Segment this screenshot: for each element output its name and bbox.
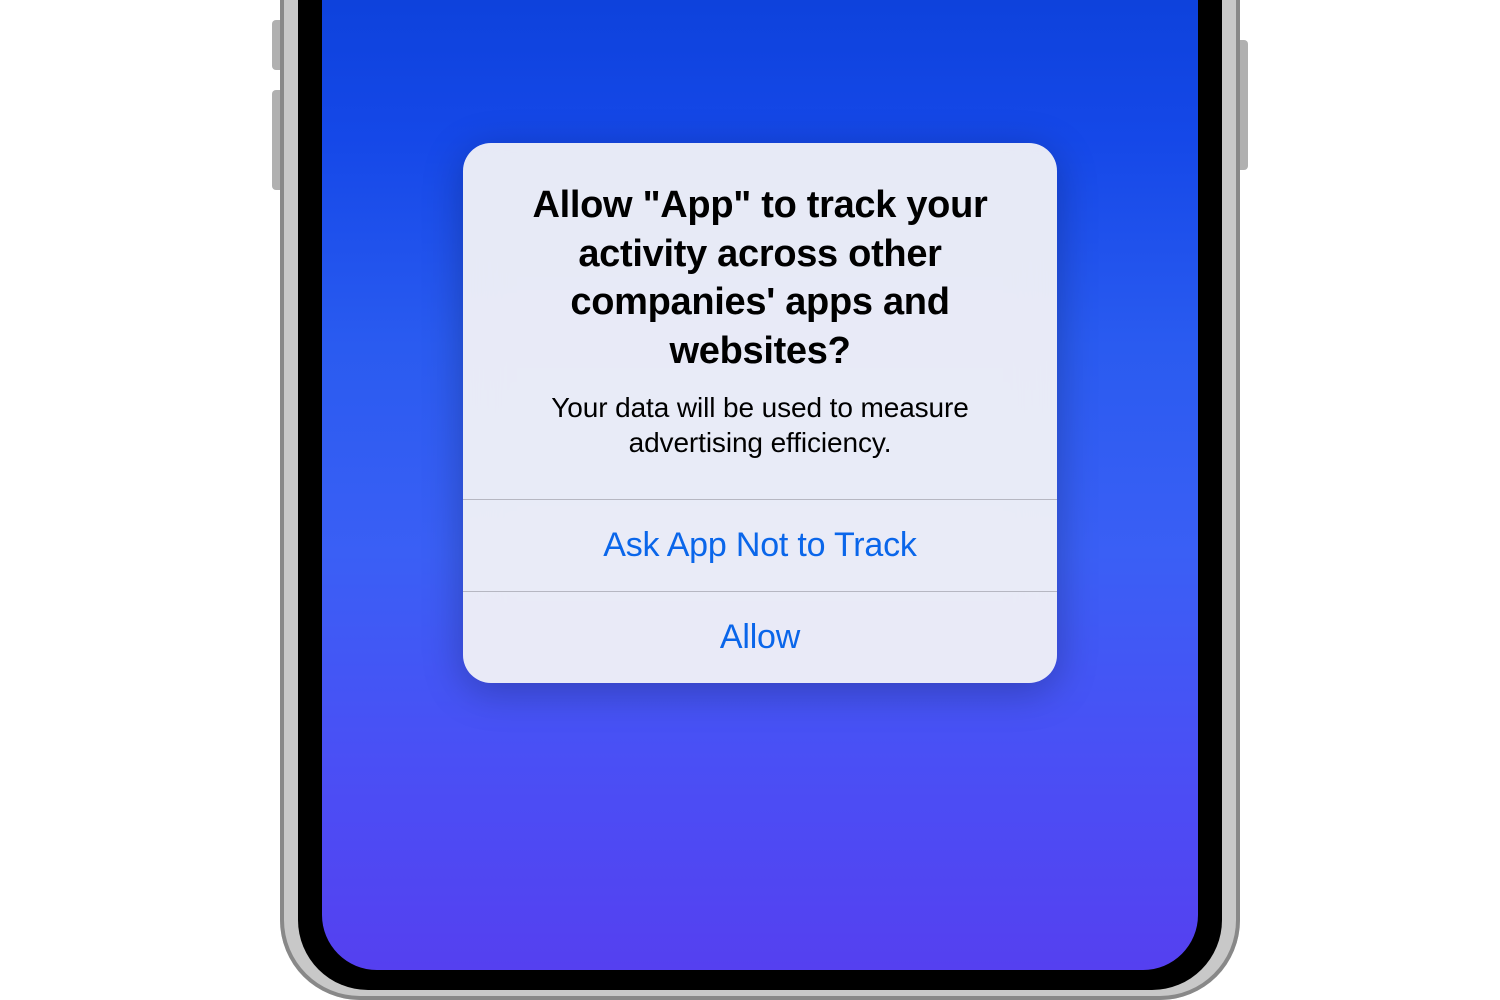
dialog-message: Your data will be used to measure advert… [493,390,1027,462]
tracking-permission-dialog: Allow "App" to track your activity acros… [463,143,1057,683]
dialog-content: Allow "App" to track your activity acros… [463,143,1057,499]
allow-button[interactable]: Allow [463,591,1057,683]
dialog-title: Allow "App" to track your activity acros… [493,181,1027,376]
ask-not-to-track-button[interactable]: Ask App Not to Track [463,499,1057,591]
